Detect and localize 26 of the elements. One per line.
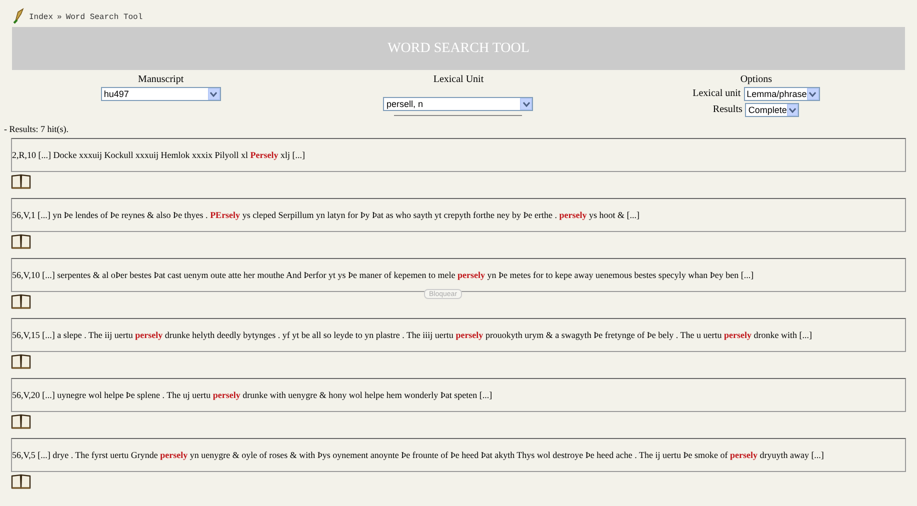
breadcrumb-current: Word Search Tool — [66, 14, 143, 22]
book-icon[interactable] — [11, 354, 31, 369]
book-icon[interactable] — [11, 414, 31, 429]
manuscript-select[interactable]: hu497 — [100, 87, 221, 101]
option-select[interactable]: Lemma/phrase — [744, 87, 820, 101]
field-label: Manuscript — [138, 75, 184, 85]
result-text: 2,R,10 [...] Docke xxxuij Kockull xxxuij Hemlok xxxix Pilyoll xl Persely xlj [...] — [12, 150, 305, 160]
book-icon[interactable] — [11, 474, 31, 489]
quill-icon — [12, 8, 26, 24]
breadcrumb-separator: » — [57, 14, 62, 22]
results-summary: - Results: 7 hit(s). — [3, 125, 70, 134]
book-icon[interactable] — [11, 294, 31, 309]
result-text: 56,V,5 [...] drye . The fyrst uertu Grynde persely yn uenygre & oyle of roses & with Þys oynement anoynte Þe frounte of Þe heed Þat akyth Thys wol destroye Þe heed ache . The ij uertu Þe smoke of persely dryuyth away [...] — [12, 450, 824, 460]
breadcrumb-link[interactable]: Index — [29, 14, 54, 22]
lexical-unit-select[interactable]: persell, n — [383, 97, 534, 111]
field-label: Results — [712, 105, 742, 115]
result-text: 56,V,10 [...] serpentes & al oÞer bestes Þat cast uenym oute atte her mouthe And Þerfor yt ys Þe maner of kepemen to mele persely yn Þe metes for to kepe away uenemous bestes specyly whan Þey ben [...] — [12, 270, 754, 280]
result-text: 56,V,20 [...] uynegre wol helpe Þe splene . The uj uertu persely drunke with uenygre & hony wol helpe hem wonderly Þat speten [...] — [12, 390, 492, 400]
option-select[interactable]: Complete — [745, 103, 800, 117]
book-icon[interactable] — [11, 174, 31, 189]
result-text: 56,V,15 [...] a slepe . The iij uertu persely drunke helyth deedly bytynges . yf yt be all so leyde to yn plastre . The iiij uertu persely prouokyth urym & a swagyth Þe fretynge of Þe bely . The u uertu persely dronke with [...] — [12, 330, 812, 340]
result-text: 56,V,1 [...] yn Þe lendes of Þe reynes & also Þe thyes . PErsely ys cleped Serpillum yn latyn for Þy Þat as who sayth yt crepyth forthe ney by Þe erthe . persely ys hoot & [...] — [12, 210, 640, 220]
book-icon[interactable] — [11, 234, 31, 249]
field-label: Lexical unit — [692, 89, 741, 99]
field-label: Options — [740, 75, 772, 85]
field-label: Lexical Unit — [433, 75, 484, 85]
